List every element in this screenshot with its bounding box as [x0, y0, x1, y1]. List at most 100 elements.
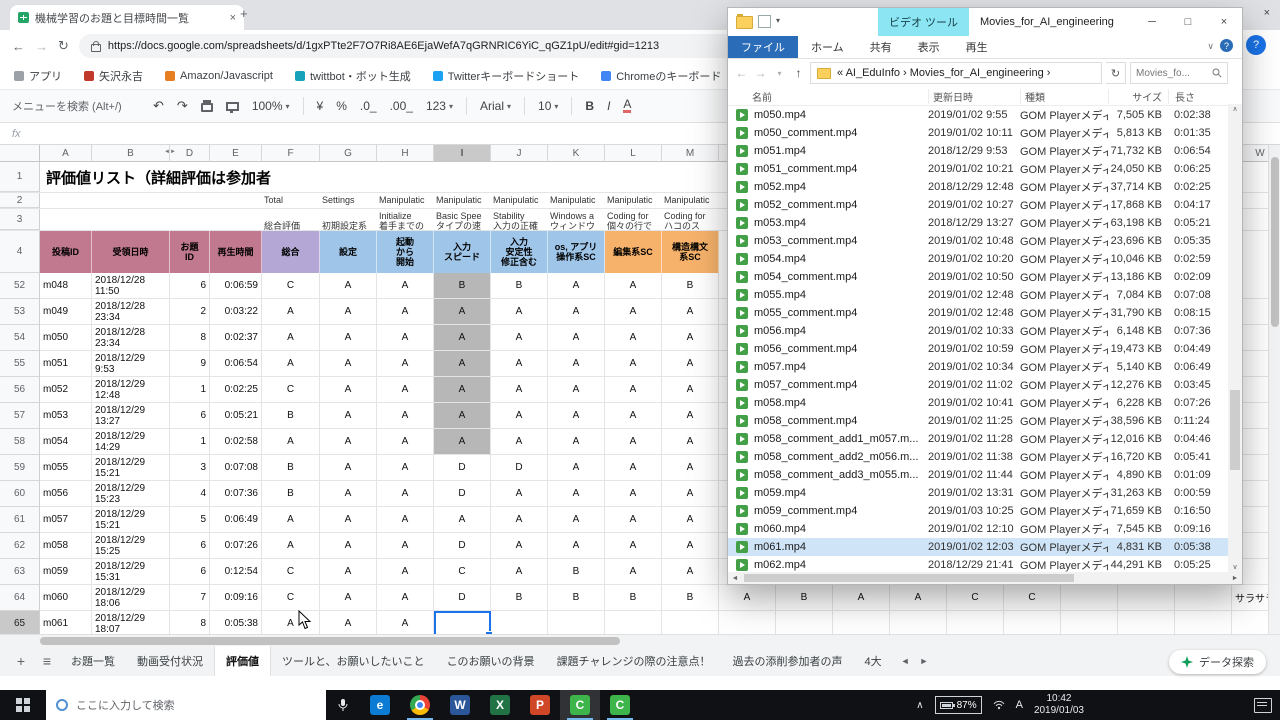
file-column-header[interactable]: 名前 — [728, 89, 928, 104]
hidden-columns-icon[interactable]: ◄► — [164, 149, 176, 155]
row-header[interactable]: 60 — [0, 481, 40, 507]
clock[interactable]: 10:42 2019/01/03 — [1034, 693, 1084, 717]
cell-K[interactable]: B — [548, 585, 605, 611]
file-row[interactable]: m054.mp4 2019/01/02 10:20 GOM Playerメディア..… — [728, 250, 1242, 268]
cell-L[interactable]: A — [605, 559, 662, 585]
row-header[interactable]: 57 — [0, 403, 40, 429]
row-header[interactable]: 58 — [0, 429, 40, 455]
maximize-button[interactable]: □ — [1170, 8, 1206, 36]
bookmark-item[interactable]: Twitterキーボードショート — [432, 68, 579, 84]
paint-format-icon[interactable] — [225, 101, 239, 113]
ribbon-tab-再生[interactable]: 再生 — [953, 36, 1001, 58]
sheet-tab[interactable]: 課題チャレンジの際の注意点！ — [546, 646, 722, 676]
band-header-L[interactable]: 編集系SC — [605, 231, 662, 273]
app-icon-app-c-1[interactable]: C — [560, 690, 600, 720]
file-row[interactable]: m056_comment.mp4 2019/01/02 10:59 GOM Play… — [728, 340, 1242, 358]
row-header[interactable]: 55 — [0, 351, 40, 377]
cell-E[interactable]: 0:02:25 — [210, 377, 262, 403]
cell-E[interactable]: 0:05:21 — [210, 403, 262, 429]
cell-E[interactable]: 0:03:22 — [210, 299, 262, 325]
cell-H[interactable]: A — [377, 585, 434, 611]
close-button[interactable]: × — [1206, 8, 1242, 36]
file-row[interactable]: m051_comment.mp4 2019/01/02 10:21 GOM Play… — [728, 160, 1242, 178]
action-center-icon[interactable] — [1254, 697, 1272, 713]
cell-H[interactable]: A — [377, 299, 434, 325]
band-header-J[interactable]: 入力 安定性 修正含む — [491, 231, 548, 273]
cell-G[interactable]: A — [320, 403, 377, 429]
cell-J[interactable]: A — [491, 403, 548, 429]
cell-E[interactable]: 0:12:54 — [210, 559, 262, 585]
cell-Q[interactable]: A — [890, 585, 947, 611]
cell-I[interactable] — [434, 611, 493, 634]
cell-J[interactable]: B — [491, 273, 548, 299]
cell-F[interactable]: C — [262, 273, 320, 299]
cell-R[interactable] — [947, 611, 1004, 634]
cell-L[interactable]: A — [605, 507, 662, 533]
cell-B[interactable]: 2018/12/29 15:31 — [92, 559, 170, 585]
row-header[interactable]: 54 — [0, 325, 40, 351]
cell-E[interactable]: 0:07:26 — [210, 533, 262, 559]
file-row[interactable]: m059_comment.mp4 2019/01/03 10:25 GOM Play… — [728, 502, 1242, 520]
cell-D[interactable]: 1 — [170, 429, 210, 455]
row-header[interactable]: 63 — [0, 559, 40, 585]
cell-M[interactable] — [662, 611, 719, 634]
sheet-vertical-scrollbar[interactable] — [1268, 145, 1280, 634]
column-header-D[interactable]: D ◄► — [164, 145, 210, 162]
cell-U[interactable] — [1118, 611, 1175, 634]
app-icon-powerpoint[interactable]: P — [520, 690, 560, 720]
refresh-button[interactable]: ↻ — [1106, 62, 1126, 84]
cell-A[interactable]: m059 — [40, 559, 92, 585]
new-tab-button[interactable]: + — [240, 6, 248, 21]
cell-M[interactable]: A — [662, 377, 719, 403]
cell-D[interactable]: 8 — [170, 611, 210, 634]
cell-K[interactable]: A — [548, 377, 605, 403]
explorer-window[interactable]: ▾ ビデオ ツール Movies_for_AI_engineering ─ □ … — [728, 8, 1242, 584]
cell-F[interactable]: B — [262, 481, 320, 507]
cell-D[interactable]: 7 — [170, 585, 210, 611]
cell-E[interactable]: 0:02:58 — [210, 429, 262, 455]
row-header[interactable]: 4 — [0, 231, 40, 273]
cell-E[interactable]: 0:05:38 — [210, 611, 262, 634]
help-icon[interactable]: ? — [1220, 39, 1233, 52]
file-row[interactable]: m053.mp4 2018/12/29 13:27 GOM Playerメディア..… — [728, 214, 1242, 232]
column-header-B[interactable]: B — [92, 145, 170, 162]
app-icon-excel[interactable]: X — [480, 690, 520, 720]
row-header[interactable]: 56 — [0, 377, 40, 403]
cell-I[interactable]: A — [434, 299, 491, 325]
row-header[interactable]: 53 — [0, 299, 40, 325]
cell-I[interactable]: B — [434, 273, 491, 299]
cell-D[interactable]: 6 — [170, 559, 210, 585]
cell-D[interactable]: 4 — [170, 481, 210, 507]
file-row[interactable]: m050_comment.mp4 2019/01/02 10:11 GOM Play… — [728, 124, 1242, 142]
browser-close-icon[interactable]: × — [1264, 7, 1270, 19]
cell-E[interactable]: 0:07:08 — [210, 455, 262, 481]
file-column-header[interactable]: 種類 — [1020, 88, 1108, 104]
breadcrumb[interactable]: « AI_EduInfo › Movies_for_AI_engineering… — [810, 62, 1102, 84]
quick-access-icon[interactable] — [758, 15, 771, 28]
percent-format-button[interactable]: % — [336, 99, 347, 113]
cell-B[interactable]: 2018/12/28 23:34 — [92, 299, 170, 325]
cell-T[interactable] — [1061, 611, 1118, 634]
file-row[interactable]: m058_comment_add2_m056.m... 2019/01/02 11… — [728, 448, 1242, 466]
cell-I[interactable]: A — [434, 507, 491, 533]
column-header-L[interactable]: L — [605, 145, 662, 162]
file-row[interactable]: m060.mp4 2019/01/02 12:10 GOM Playerメディア..… — [728, 520, 1242, 538]
cell-D[interactable]: 6 — [170, 403, 210, 429]
cell-B[interactable]: 2018/12/29 15:25 — [92, 533, 170, 559]
column-header-F[interactable]: F — [262, 145, 320, 162]
sheet-tab[interactable]: 評価値 — [214, 646, 271, 676]
cell-I[interactable]: D — [434, 585, 491, 611]
mic-icon[interactable] — [326, 690, 360, 720]
explorer-search-box[interactable]: Movies_fo... — [1130, 62, 1228, 84]
file-row[interactable]: m052_comment.mp4 2019/01/02 10:27 GOM Play… — [728, 196, 1242, 214]
explorer-history-caret-icon[interactable]: ▾ — [772, 69, 787, 78]
menu-search[interactable]: メニューを検索 (Alt+/) — [12, 98, 140, 114]
cell-M[interactable]: A — [662, 351, 719, 377]
explorer-title-bar[interactable]: ▾ ビデオ ツール Movies_for_AI_engineering ─ □ … — [728, 8, 1242, 36]
cell-E[interactable]: 0:02:37 — [210, 325, 262, 351]
cell-A[interactable]: m060 — [40, 585, 92, 611]
file-row[interactable]: m058_comment.mp4 2019/01/02 11:25 GOM Play… — [728, 412, 1242, 430]
cell-B[interactable]: 2018/12/29 15:21 — [92, 455, 170, 481]
cell-L[interactable]: B — [605, 585, 662, 611]
cell-M[interactable]: A — [662, 507, 719, 533]
